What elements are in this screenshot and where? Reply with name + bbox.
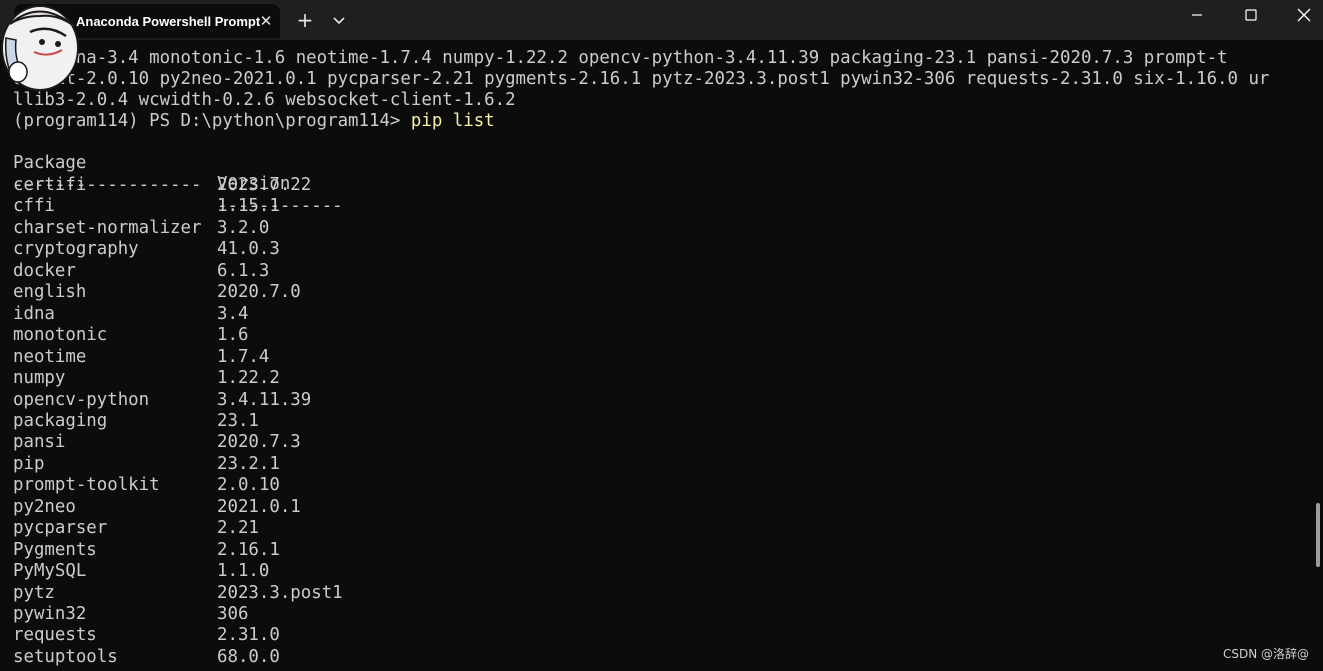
package-name: english <box>13 282 87 302</box>
package-version: 68.0.0 <box>217 647 280 667</box>
package-version: 1.6 <box>217 325 249 345</box>
package-version: 23.2.1 <box>217 454 280 474</box>
title-bar: Anaconda Powershell Prompt ✕ + <box>0 0 1323 91</box>
package-version: 1.22.2 <box>217 368 280 388</box>
package-name: docker <box>13 261 76 281</box>
table-separator: ------------------ ------------ <box>0 154 700 216</box>
avatar-icon <box>1 5 79 91</box>
package-row: idna 3.4 <box>0 304 700 325</box>
package-row: cryptography 41.0.3 <box>0 239 700 260</box>
package-version: 6.1.3 <box>217 261 270 281</box>
package-row: Pygments 2.16.1 <box>0 540 700 561</box>
package-version: 2.21 <box>217 518 259 538</box>
terminal-output[interactable]: idna-3.4 monotonic-1.6 neotime-1.7.4 num… <box>0 40 1310 671</box>
package-name: pytz <box>13 583 55 603</box>
output-line: oolkit-2.0.10 py2neo-2021.0.1 pycparser-… <box>13 69 1270 89</box>
window-close-icon[interactable] <box>1278 0 1323 32</box>
package-name: pip <box>13 454 45 474</box>
package-row: numpy 1.22.2 <box>0 368 700 389</box>
package-name: cryptography <box>13 239 139 259</box>
package-row: cffi 1.15.1 <box>0 196 700 217</box>
package-row: charset-normalizer 3.2.0 <box>0 218 700 239</box>
package-name: Pygments <box>13 540 97 560</box>
package-name: cffi <box>13 196 55 216</box>
scrollbar[interactable] <box>1316 503 1320 567</box>
package-name: opencv-python <box>13 390 150 410</box>
prompt-line: (program114) PS D:\python\program114> pi… <box>13 111 495 132</box>
maximize-icon[interactable] <box>1224 0 1278 32</box>
table-header: Package Version <box>0 132 700 194</box>
package-version: 2021.0.1 <box>217 497 301 517</box>
package-row: certifi 2023.7.22 <box>0 175 700 196</box>
watermark: CSDN @洛辞@ <box>1222 647 1309 661</box>
package-version: 2020.7.3 <box>217 432 301 452</box>
package-name: monotonic <box>13 325 108 345</box>
package-version: 1.7.4 <box>217 347 270 367</box>
package-row: requests 2.31.0 <box>0 625 700 646</box>
package-name: prompt-toolkit <box>13 475 160 495</box>
package-row: packaging 23.1 <box>0 411 700 432</box>
prompt: (program114) PS D:\python\program114> <box>13 111 411 131</box>
package-row: pip 23.2.1 <box>0 454 700 475</box>
package-version: 3.4 <box>217 304 249 324</box>
command-text: pip list <box>410 111 495 131</box>
package-row: py2neo 2021.0.1 <box>0 497 700 518</box>
package-name: requests <box>13 625 97 645</box>
output-line: llib3-2.0.4 wcwidth-0.2.6 websocket-clie… <box>13 90 516 110</box>
package-version: 2.0.10 <box>217 475 280 495</box>
tab-title: Anaconda Powershell Prompt <box>76 14 261 29</box>
minimize-icon[interactable] <box>1170 0 1224 32</box>
chevron-down-icon[interactable] <box>326 6 352 34</box>
package-row: pycparser 2.21 <box>0 518 700 539</box>
package-version: 1.15.1 <box>217 196 280 216</box>
package-row: neotime 1.7.4 <box>0 347 700 368</box>
package-version: 306 <box>217 604 249 624</box>
package-name: idna <box>13 304 55 324</box>
package-version: 41.0.3 <box>217 239 280 259</box>
package-row: setuptools 68.0.0 <box>0 647 700 668</box>
package-row: pytz 2023.3.post1 <box>0 583 700 604</box>
package-name: PyMySQL <box>13 561 87 581</box>
package-version: 2023.3.post1 <box>217 583 343 603</box>
package-version: 1.1.0 <box>217 561 270 581</box>
package-row: monotonic 1.6 <box>0 325 700 346</box>
package-version: 3.4.11.39 <box>217 390 312 410</box>
package-name: pansi <box>13 432 66 452</box>
package-name: certifi <box>13 175 87 195</box>
package-name: setuptools <box>13 647 118 667</box>
package-name: pywin32 <box>13 604 87 624</box>
package-row: opencv-python 3.4.11.39 <box>0 390 700 411</box>
package-version: 2.16.1 <box>217 540 280 560</box>
package-row: pywin32 306 <box>0 604 700 625</box>
package-name: py2neo <box>13 497 76 517</box>
package-name: charset-normalizer <box>13 218 202 238</box>
package-row: pansi 2020.7.3 <box>0 432 700 453</box>
package-version: 23.1 <box>217 411 259 431</box>
package-row: PyMySQL 1.1.0 <box>0 561 700 582</box>
package-version: 2020.7.0 <box>217 282 301 302</box>
package-version: 2.31.0 <box>217 625 280 645</box>
close-icon[interactable]: ✕ <box>254 9 278 33</box>
package-row: docker 6.1.3 <box>0 261 700 282</box>
new-tab-button[interactable]: + <box>290 6 320 34</box>
package-name: packaging <box>13 411 108 431</box>
package-version: 2023.7.22 <box>217 175 312 195</box>
package-version: 3.2.0 <box>217 218 270 238</box>
package-name: numpy <box>13 368 66 388</box>
package-name: pycparser <box>13 518 108 538</box>
package-name: neotime <box>13 347 87 367</box>
package-row: prompt-toolkit 2.0.10 <box>0 475 700 496</box>
output-line: idna-3.4 monotonic-1.6 neotime-1.7.4 num… <box>13 48 1228 68</box>
package-row: english 2020.7.0 <box>0 282 700 303</box>
